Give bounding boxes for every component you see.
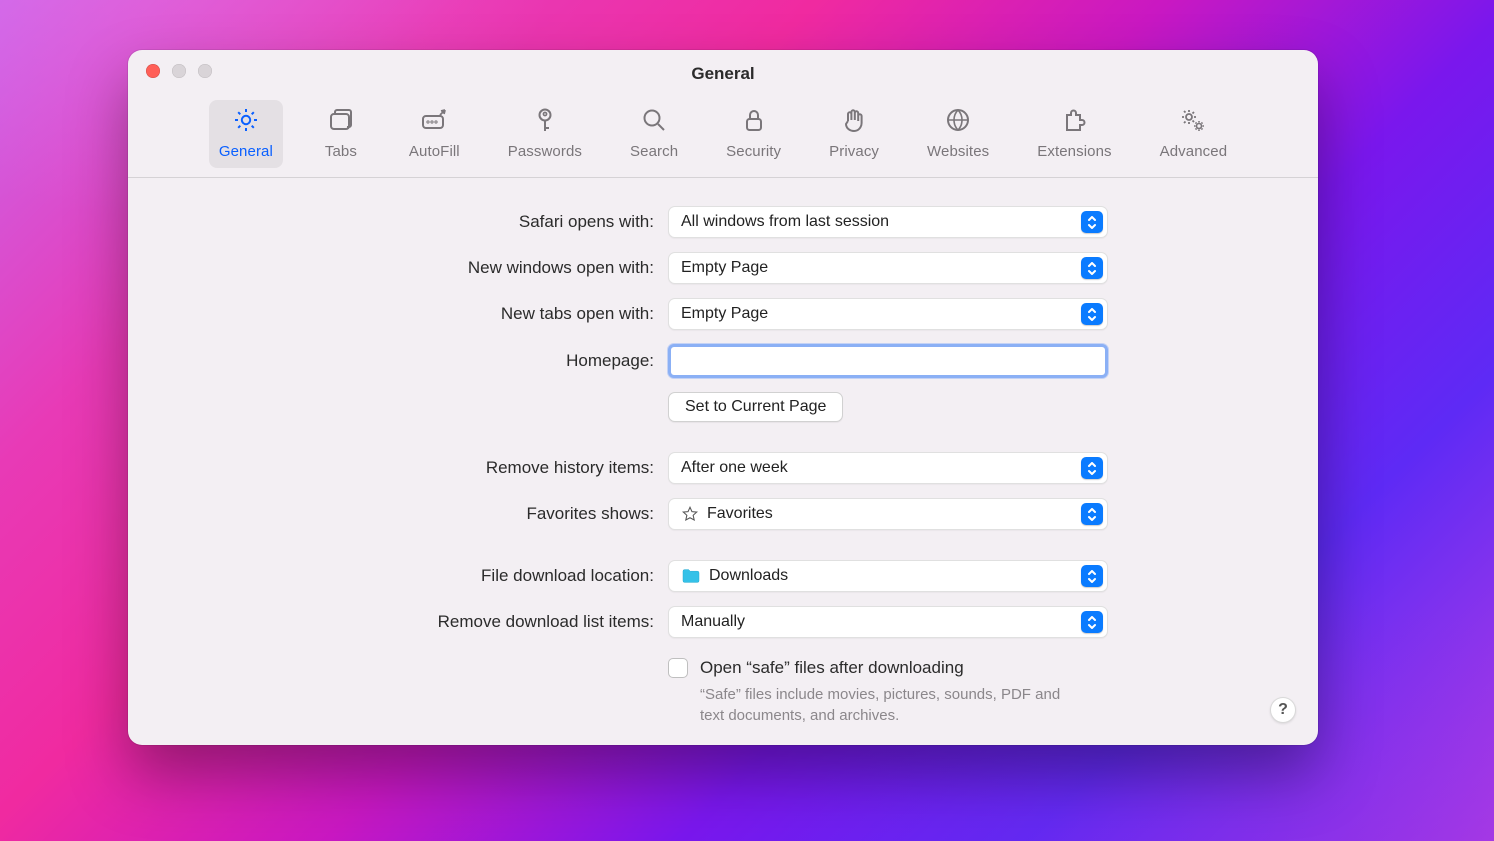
tab-autofill[interactable]: AutoFill (399, 100, 470, 168)
tab-security[interactable]: Security (716, 100, 791, 168)
download-location-value: Downloads (709, 567, 788, 585)
general-content: Safari opens with: All windows from last… (128, 178, 1318, 745)
titlebar: General (128, 50, 1318, 98)
safe-files-help-text: “Safe” files include movies, pictures, s… (700, 684, 1080, 726)
new-tabs-value: Empty Page (681, 305, 1081, 323)
opens-with-popup[interactable]: All windows from last session (668, 206, 1108, 238)
remove-history-value: After one week (681, 459, 1081, 477)
tab-general[interactable]: General (209, 100, 283, 168)
gears-icon (1179, 106, 1207, 139)
tab-extensions[interactable]: Extensions (1027, 100, 1121, 168)
favorites-shows-value: Favorites (707, 505, 773, 523)
tab-label: Websites (927, 143, 989, 160)
traffic-lights (146, 64, 212, 78)
preferences-window: General General Tabs AutoFill Password (128, 50, 1318, 745)
remove-history-label: Remove history items: (168, 458, 668, 478)
remove-downloads-label: Remove download list items: (168, 612, 668, 632)
globe-icon (944, 106, 972, 139)
puzzle-icon (1060, 106, 1088, 139)
chevron-up-down-icon (1081, 457, 1103, 479)
homepage-input[interactable] (668, 344, 1108, 378)
tab-websites[interactable]: Websites (917, 100, 999, 168)
tab-label: Advanced (1160, 143, 1228, 160)
folder-icon (681, 568, 701, 584)
open-safe-files-label: Open “safe” files after downloading (700, 658, 964, 678)
remove-downloads-popup[interactable]: Manually (668, 606, 1108, 638)
tab-label: Tabs (325, 143, 357, 160)
download-location-label: File download location: (168, 566, 668, 586)
tab-passwords[interactable]: Passwords (498, 100, 592, 168)
opens-with-value: All windows from last session (681, 213, 1081, 231)
chevron-up-down-icon (1081, 565, 1103, 587)
preferences-toolbar: General Tabs AutoFill Passwords Search (128, 98, 1318, 178)
set-current-page-button[interactable]: Set to Current Page (668, 392, 843, 422)
tab-label: Extensions (1037, 143, 1111, 160)
remove-history-popup[interactable]: After one week (668, 452, 1108, 484)
tab-advanced[interactable]: Advanced (1150, 100, 1238, 168)
download-location-popup[interactable]: Downloads (668, 560, 1108, 592)
chevron-up-down-icon (1081, 211, 1103, 233)
chevron-up-down-icon (1081, 303, 1103, 325)
lock-icon (740, 106, 768, 139)
open-safe-files-checkbox[interactable] (668, 658, 688, 678)
tab-label: General (219, 143, 273, 160)
window-close-button[interactable] (146, 64, 160, 78)
chevron-up-down-icon (1081, 503, 1103, 525)
favorites-shows-popup[interactable]: Favorites (668, 498, 1108, 530)
tab-search[interactable]: Search (620, 100, 688, 168)
new-windows-label: New windows open with: (168, 258, 668, 278)
star-icon (681, 505, 699, 523)
tab-label: Passwords (508, 143, 582, 160)
tabs-icon (327, 106, 355, 139)
new-windows-popup[interactable]: Empty Page (668, 252, 1108, 284)
chevron-up-down-icon (1081, 611, 1103, 633)
new-windows-value: Empty Page (681, 259, 1081, 277)
favorites-shows-label: Favorites shows: (168, 504, 668, 524)
tab-label: AutoFill (409, 143, 460, 160)
homepage-label: Homepage: (168, 351, 668, 371)
tab-privacy[interactable]: Privacy (819, 100, 889, 168)
window-minimize-button[interactable] (172, 64, 186, 78)
tab-label: Privacy (829, 143, 879, 160)
new-tabs-popup[interactable]: Empty Page (668, 298, 1108, 330)
tab-label: Security (726, 143, 781, 160)
tab-tabs[interactable]: Tabs (311, 100, 371, 168)
tab-label: Search (630, 143, 678, 160)
chevron-up-down-icon (1081, 257, 1103, 279)
search-icon (640, 106, 668, 139)
opens-with-label: Safari opens with: (168, 212, 668, 232)
remove-downloads-value: Manually (681, 613, 1081, 631)
new-tabs-label: New tabs open with: (168, 304, 668, 324)
key-icon (531, 106, 559, 139)
window-zoom-button[interactable] (198, 64, 212, 78)
gear-icon (232, 106, 260, 139)
help-button[interactable]: ? (1270, 697, 1296, 723)
hand-icon (840, 106, 868, 139)
autofill-icon (420, 106, 448, 139)
window-title: General (128, 50, 1318, 84)
